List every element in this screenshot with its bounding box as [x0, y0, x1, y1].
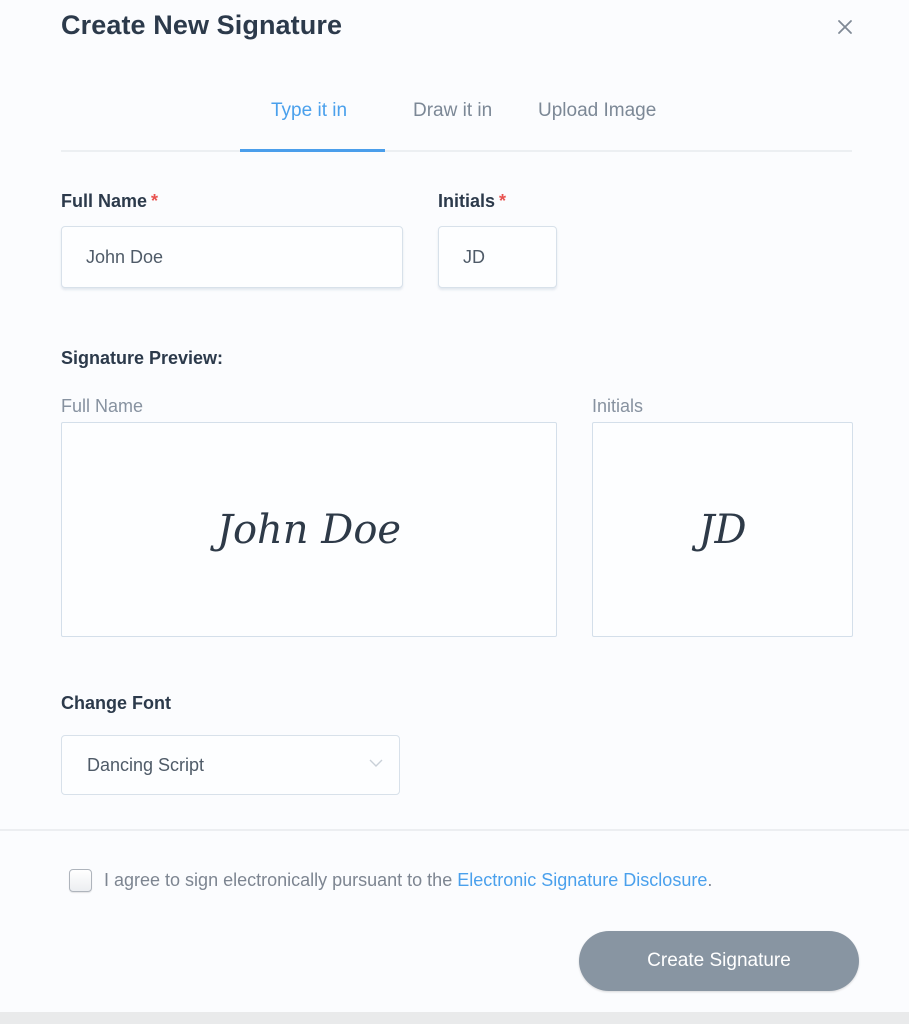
- chevron-down-icon: [369, 759, 383, 767]
- footer-divider: [0, 829, 909, 831]
- signature-method-tabs: Type it in Draw it in Upload Image: [61, 90, 852, 152]
- agreement-text: I agree to sign electronically pursuant …: [104, 870, 712, 891]
- required-indicator: *: [499, 191, 507, 211]
- agreement-text-main: I agree to sign electronically pursuant …: [104, 870, 458, 890]
- disclosure-link[interactable]: Electronic Signature Disclosure: [457, 870, 707, 890]
- signature-preview-heading: Signature Preview:: [61, 348, 224, 368]
- full-name-signature-preview: John Doe: [61, 422, 557, 637]
- close-icon: [838, 20, 852, 34]
- initials-label: Initials *: [438, 191, 506, 212]
- initials-signature-preview: JD: [592, 422, 853, 637]
- initials-signature: JD: [698, 506, 747, 553]
- page-background-strip: [0, 1012, 909, 1024]
- font-select-value: Dancing Script: [87, 755, 205, 775]
- change-font-label: Change Font: [61, 693, 171, 713]
- initials-label-text: Initials: [438, 191, 496, 211]
- required-indicator: *: [151, 191, 159, 211]
- tab-upload-image[interactable]: Upload Image: [538, 100, 656, 152]
- full-name-input[interactable]: [61, 226, 403, 288]
- agreement-suffix: .: [707, 870, 713, 890]
- create-signature-button[interactable]: Create Signature: [579, 931, 859, 991]
- full-name-signature: John Doe: [216, 506, 402, 553]
- agreement-row: I agree to sign electronically pursuant …: [69, 869, 712, 892]
- preview-full-name-label: Full Name: [61, 396, 144, 416]
- active-tab-indicator: [240, 149, 385, 152]
- preview-initials-label: Initials: [592, 396, 644, 416]
- full-name-label: Full Name *: [61, 191, 158, 212]
- dialog-title: Create New Signature: [61, 10, 343, 40]
- font-select[interactable]: Dancing Script: [61, 735, 400, 795]
- tab-draw-it-in[interactable]: Draw it in: [413, 100, 492, 152]
- create-signature-dialog: Create New Signature Type it in Draw it …: [0, 0, 909, 1012]
- tab-type-it-in[interactable]: Type it in: [271, 100, 347, 152]
- close-button[interactable]: [832, 14, 858, 40]
- full-name-label-text: Full Name: [61, 191, 148, 211]
- agree-checkbox[interactable]: [69, 869, 92, 892]
- initials-input[interactable]: [438, 226, 557, 288]
